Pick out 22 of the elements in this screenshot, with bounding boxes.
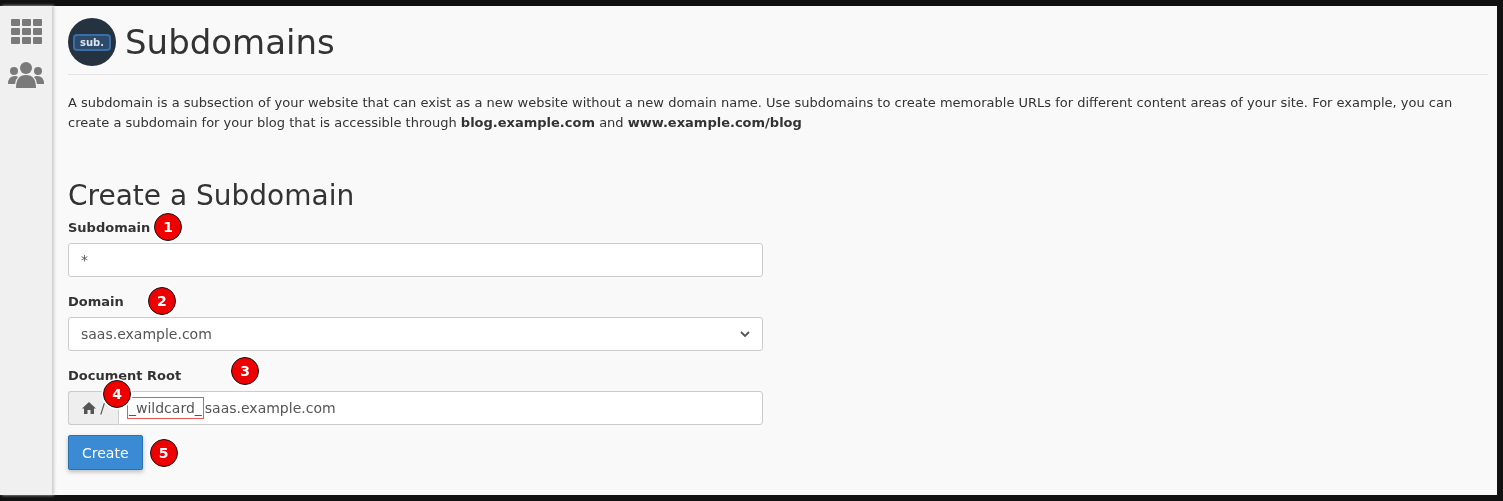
subdomain-field[interactable]: * bbox=[68, 243, 763, 277]
step-number-badge: 2 bbox=[147, 287, 176, 315]
dropdown-value: saas.example.com bbox=[81, 326, 212, 342]
domain-dropdown[interactable]: saas.example.com bbox=[68, 317, 763, 351]
create-button[interactable]: Create bbox=[68, 435, 143, 470]
users-icon[interactable] bbox=[8, 62, 44, 88]
path-separator: / bbox=[100, 400, 105, 416]
field-label: Document Root bbox=[68, 367, 182, 383]
step-number-badge: 3 bbox=[231, 357, 260, 385]
chevron-down-icon[interactable] bbox=[740, 330, 750, 338]
step-number-badge: 1 bbox=[154, 213, 183, 241]
field-label: Domain bbox=[68, 293, 124, 309]
page-title: Subdomains bbox=[125, 22, 335, 62]
field-value: saas.example.com bbox=[204, 400, 336, 416]
highlighted-text: _wildcard_ bbox=[127, 397, 204, 419]
step-number-badge: 5 bbox=[149, 438, 178, 467]
field-label: Subdomain bbox=[68, 219, 151, 235]
home-icon bbox=[82, 402, 97, 414]
description-text: A subdomain is a subsection of your website that can exist as a new website without a new domain name. Use subdomains to create memorable URLs for different content areas of your site. For example, you can create a subdomain for your blog that is accessible through blog.example.com and www.example.com/blog bbox=[68, 94, 1454, 132]
section-heading: Create a Subdomain bbox=[68, 179, 356, 213]
subdomains-logo-icon: sub. bbox=[68, 18, 116, 66]
apps-grid-icon[interactable] bbox=[10, 19, 42, 44]
